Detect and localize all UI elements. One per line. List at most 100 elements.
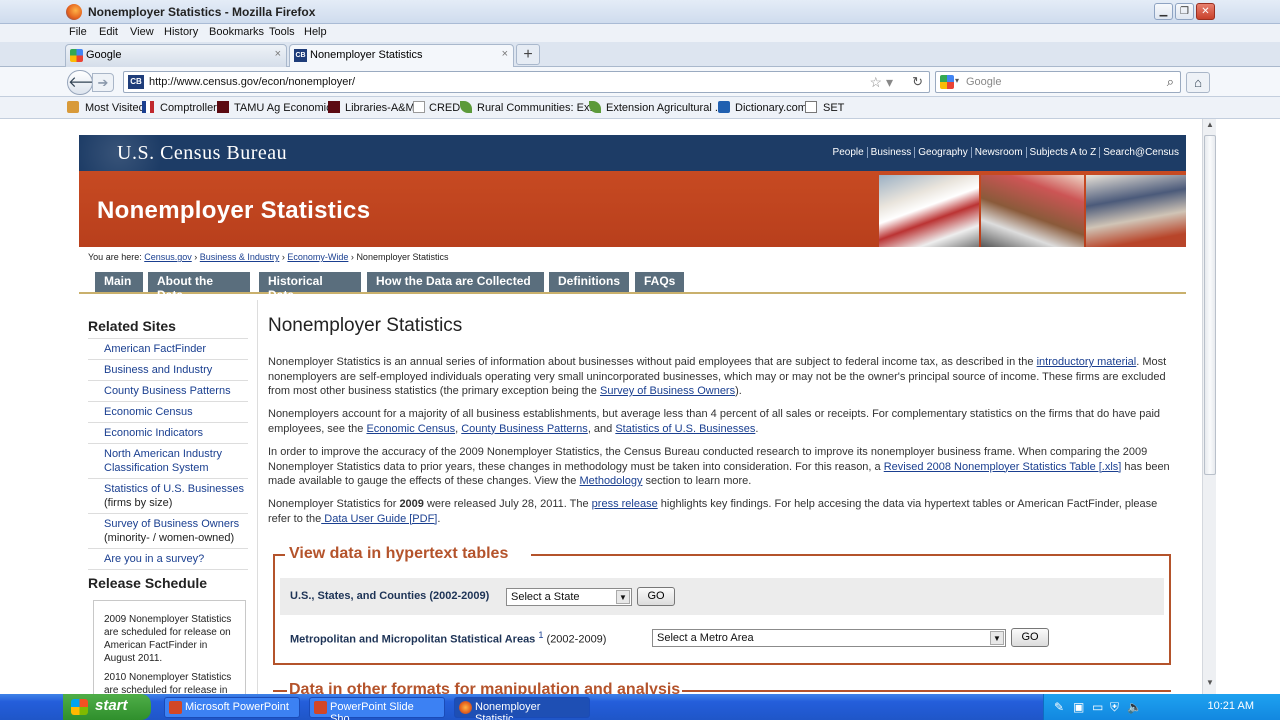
tab-close-icon[interactable]: × bbox=[502, 48, 508, 60]
vertical-scrollbar[interactable]: ▲ ▼ bbox=[1202, 119, 1216, 694]
security-shield-icon[interactable]: ⛨ bbox=[1110, 700, 1119, 715]
chevron-down-icon[interactable]: ▼ bbox=[990, 631, 1004, 645]
menu-file[interactable]: File bbox=[69, 26, 87, 38]
link-revised-2008-table[interactable]: Revised 2008 Nonemployer Statistics Tabl… bbox=[884, 461, 1122, 473]
menu-history[interactable]: History bbox=[164, 26, 198, 38]
bookmark-most-visited[interactable]: Most Visited bbox=[85, 102, 145, 114]
footnote-marker[interactable]: 1 bbox=[538, 630, 543, 640]
back-button[interactable]: 🡐 bbox=[67, 70, 108, 95]
link-economic-census[interactable]: Economic Census bbox=[366, 423, 455, 435]
top-nav-search[interactable]: Search@Census bbox=[1100, 147, 1182, 158]
state-label: U.S., States, and Counties (2002-2009) bbox=[290, 590, 490, 602]
tab-close-icon[interactable]: × bbox=[275, 48, 281, 60]
menu-help[interactable]: Help bbox=[304, 26, 327, 38]
breadcrumb-economy[interactable]: Economy-Wide bbox=[287, 252, 348, 262]
related-item-susb: Statistics of U.S. Businesses (firms by … bbox=[88, 479, 248, 514]
url-text[interactable]: http://www.census.gov/econ/nonemployer/ bbox=[149, 76, 355, 88]
nav-faqs[interactable]: FAQs bbox=[635, 272, 684, 292]
metro-go-button[interactable]: GO bbox=[1011, 628, 1049, 647]
url-bar[interactable]: CB http://www.census.gov/econ/nonemploye… bbox=[123, 71, 930, 93]
related-link-indicators[interactable]: Economic Indicators bbox=[88, 423, 248, 444]
scroll-down-arrow-icon[interactable]: ▼ bbox=[1204, 678, 1216, 692]
related-link-factfinder[interactable]: American FactFinder bbox=[88, 339, 248, 360]
breadcrumb-business[interactable]: Business & Industry bbox=[200, 252, 280, 262]
bookmark-tamu-ag[interactable]: TAMU Ag Economics bbox=[234, 102, 337, 114]
taskbar-powerpoint[interactable]: Microsoft PowerPoint ... bbox=[164, 697, 300, 725]
volume-icon[interactable]: 🔈 bbox=[1127, 700, 1142, 714]
pen-tool-icon[interactable]: ✎ bbox=[1054, 700, 1064, 714]
top-nav-subjects[interactable]: Subjects A to Z bbox=[1026, 147, 1101, 158]
maximize-button[interactable]: ❐ bbox=[1175, 3, 1194, 20]
related-link-business-industry[interactable]: Business and Industry bbox=[88, 360, 248, 381]
taskbar-firefox[interactable]: Nonemployer Statistic... bbox=[454, 697, 590, 725]
desktop-edge bbox=[0, 119, 64, 694]
related-link-economic-census[interactable]: Economic Census bbox=[88, 402, 248, 423]
new-tab-button[interactable]: + bbox=[516, 44, 540, 65]
release-item: 2009 Nonemployer Statistics are schedule… bbox=[104, 614, 232, 664]
chevron-down-icon[interactable]: ▼ bbox=[616, 590, 630, 604]
reload-icon[interactable]: ↻ bbox=[912, 74, 923, 90]
nav-historical-data[interactable]: Historical Data bbox=[259, 272, 361, 302]
link-methodology[interactable]: Methodology bbox=[579, 475, 642, 487]
display-icon[interactable]: ▭ bbox=[1092, 700, 1103, 714]
breadcrumb-census[interactable]: Census.gov bbox=[144, 252, 192, 262]
link-data-user-guide[interactable]: Data User Guide [PDF] bbox=[321, 513, 437, 525]
link-introductory-material[interactable]: introductory material bbox=[1037, 356, 1137, 368]
bookmark-rural[interactable]: Rural Communities: Ex... bbox=[477, 102, 599, 114]
bookmark-set[interactable]: SET bbox=[823, 102, 844, 114]
related-link-susb[interactable]: Statistics of U.S. Businesses bbox=[104, 483, 244, 495]
nav-how-collected[interactable]: How the Data are Collected bbox=[367, 272, 544, 292]
top-nav-business[interactable]: Business bbox=[867, 147, 916, 158]
bookmark-libraries[interactable]: Libraries-A&M bbox=[345, 102, 415, 114]
top-nav-people[interactable]: People bbox=[829, 147, 868, 158]
top-nav-geography[interactable]: Geography bbox=[915, 147, 972, 158]
search-input[interactable]: Google bbox=[966, 76, 1001, 88]
menu-edit[interactable]: Edit bbox=[99, 26, 118, 38]
tab-nonemployer[interactable]: CB Nonemployer Statistics × bbox=[289, 44, 514, 67]
top-nav-newsroom[interactable]: Newsroom bbox=[971, 147, 1027, 158]
release-schedule-box: 2009 Nonemployer Statistics are schedule… bbox=[93, 600, 246, 700]
tab-label: Google bbox=[86, 49, 122, 61]
bookmark-comptroller[interactable]: Comptroller bbox=[160, 102, 217, 114]
nav-about-data[interactable]: About the Data bbox=[148, 272, 250, 302]
state-go-button[interactable]: GO bbox=[637, 587, 675, 606]
close-button[interactable]: ✕ bbox=[1196, 3, 1215, 20]
banner-photo-diner bbox=[879, 175, 979, 247]
metro-select[interactable]: Select a Metro Area ▼ bbox=[652, 629, 1006, 647]
related-link-naics[interactable]: North American Industry Classification S… bbox=[88, 444, 248, 479]
search-bar[interactable]: ▾ Google ⌕ bbox=[935, 71, 1181, 93]
related-link-sbo[interactable]: Survey of Business Owners bbox=[104, 518, 239, 530]
nav-definitions[interactable]: Definitions bbox=[549, 272, 629, 292]
nav-main[interactable]: Main bbox=[95, 272, 143, 292]
intro-paragraph: Nonemployer Statistics is an annual seri… bbox=[268, 355, 1178, 399]
tab-google[interactable]: Google × bbox=[65, 44, 287, 67]
scroll-thumb[interactable] bbox=[1204, 135, 1216, 475]
start-button[interactable]: start bbox=[63, 694, 151, 720]
text: , and bbox=[587, 422, 616, 435]
link-press-release[interactable]: press release bbox=[592, 498, 658, 510]
bookmark-extension[interactable]: Extension Agricultural ... bbox=[606, 102, 724, 114]
home-button[interactable]: ⌂ bbox=[1186, 72, 1210, 93]
bookmark-dictionary[interactable]: Dictionary.com bbox=[735, 102, 807, 114]
forward-button[interactable]: ➔ bbox=[92, 73, 114, 92]
bookmark-cred[interactable]: CRED bbox=[429, 102, 460, 114]
menu-tools[interactable]: Tools bbox=[269, 26, 295, 38]
census-logo[interactable]: U.S. Census Bureau bbox=[117, 142, 287, 165]
menu-bookmarks[interactable]: Bookmarks bbox=[209, 26, 264, 38]
related-link-cbp[interactable]: County Business Patterns bbox=[88, 381, 248, 402]
site-identity-icon[interactable]: CB bbox=[128, 75, 144, 89]
network-icon[interactable]: ▣ bbox=[1073, 700, 1084, 714]
link-susb[interactable]: Statistics of U.S. Businesses bbox=[615, 423, 755, 435]
minimize-button[interactable]: ▁ bbox=[1154, 3, 1173, 20]
methodology-paragraph: In order to improve the accuracy of the … bbox=[268, 445, 1178, 489]
google-engine-icon[interactable] bbox=[940, 75, 954, 89]
taskbar-slideshow[interactable]: PowerPoint Slide Sho... bbox=[309, 697, 445, 725]
scroll-up-arrow-icon[interactable]: ▲ bbox=[1204, 120, 1216, 134]
link-sbo[interactable]: Survey of Business Owners bbox=[600, 385, 735, 397]
menu-view[interactable]: View bbox=[130, 26, 154, 38]
link-cbp[interactable]: County Business Patterns bbox=[461, 423, 588, 435]
related-link-survey[interactable]: Are you in a survey? bbox=[88, 549, 248, 570]
state-select[interactable]: Select a State ▼ bbox=[506, 588, 632, 606]
search-icon[interactable]: ⌕ bbox=[1167, 74, 1174, 90]
bookmark-star-icon[interactable]: ☆ ▾ bbox=[870, 74, 893, 91]
